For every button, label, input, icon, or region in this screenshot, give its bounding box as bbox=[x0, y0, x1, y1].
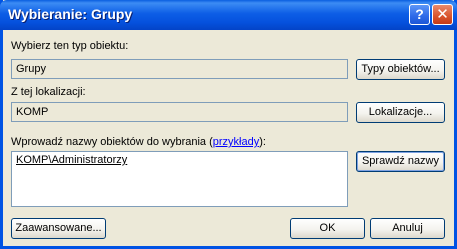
object-types-button[interactable]: Typy obiektów... bbox=[356, 59, 445, 80]
location-field: KOMP bbox=[11, 102, 348, 122]
window-title: Wybieranie: Grupy bbox=[8, 6, 133, 22]
ok-button[interactable]: OK bbox=[290, 218, 365, 239]
dialog-window: Wybieranie: Grupy ? ✕ bbox=[0, 0, 457, 249]
names-label: Wprowadź nazwy obiektów do wybrania (prz… bbox=[11, 136, 266, 148]
names-label-prefix: Wprowadź nazwy obiektów do wybrania ( bbox=[11, 136, 213, 148]
object-type-label: Wybierz ten typ obiektu: bbox=[11, 40, 129, 52]
advanced-button[interactable]: Zaawansowane... bbox=[11, 218, 106, 239]
object-names-value: KOMP\Administratorzy bbox=[16, 154, 128, 166]
object-type-field: Grupy bbox=[11, 59, 348, 79]
cancel-button[interactable]: Anuluj bbox=[370, 218, 445, 239]
close-button[interactable]: ✕ bbox=[432, 4, 453, 25]
help-button[interactable]: ? bbox=[409, 4, 430, 25]
close-icon: ✕ bbox=[436, 6, 449, 23]
check-names-button[interactable]: Sprawdź nazwy bbox=[356, 151, 445, 172]
title-bar[interactable]: Wybieranie: Grupy ? ✕ bbox=[0, 0, 457, 30]
examples-link[interactable]: przykłady bbox=[213, 136, 259, 148]
location-label: Z tej lokalizacji: bbox=[11, 86, 86, 98]
names-label-suffix: ): bbox=[259, 136, 266, 148]
help-icon: ? bbox=[415, 6, 424, 22]
locations-button[interactable]: Lokalizacje... bbox=[356, 102, 445, 123]
object-names-input[interactable]: KOMP\Administratorzy bbox=[11, 151, 348, 207]
